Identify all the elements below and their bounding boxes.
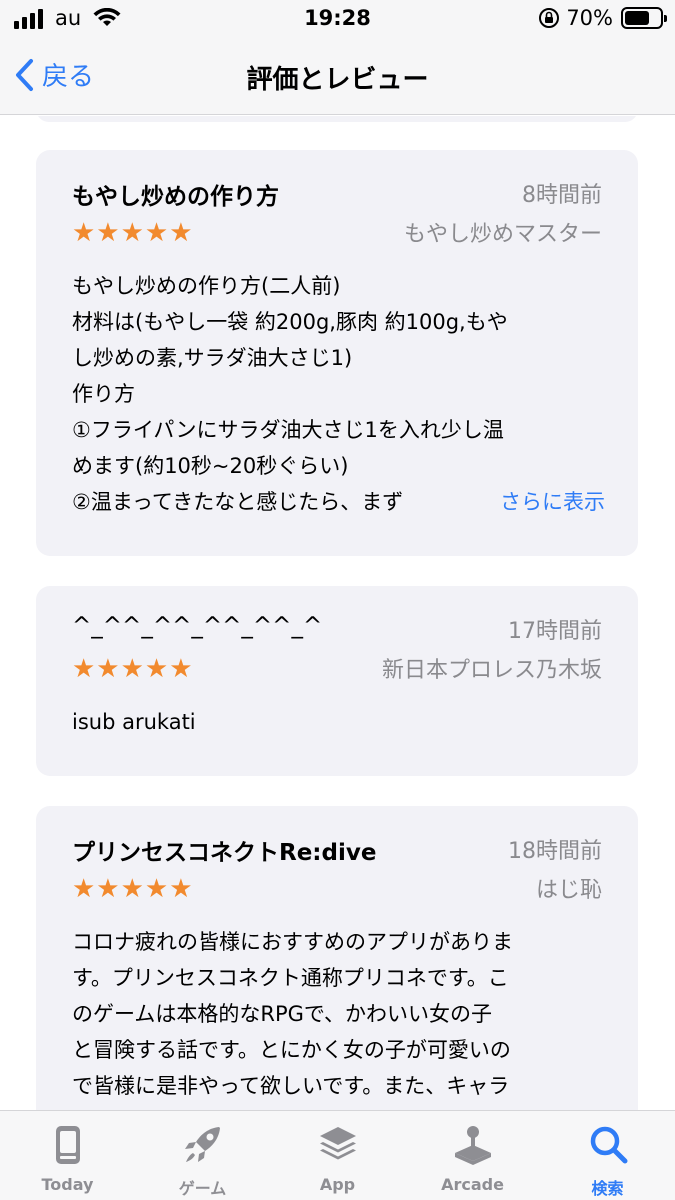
review-body-line: 材料は(もやし一袋 約200g,豚肉 約100g,もや — [72, 310, 508, 334]
app-stack-icon — [319, 1127, 356, 1160]
tab-today[interactable]: Today — [0, 1111, 135, 1200]
review-title: ^_^^_^^_^^_^^_^ — [72, 613, 323, 639]
review-body-line: で皆様に是非やって欲しいです。また、キャラ — [72, 1074, 510, 1098]
joystick-icon — [454, 1126, 491, 1165]
review-body-line: ①フライパンにサラダ油大さじ1を入れ少し温 — [72, 418, 504, 442]
review-title: もやし炒めの作り方 — [72, 184, 279, 210]
battery-level — [625, 11, 649, 25]
review-body-line: し炒めの素,サラダ油大さじ1) — [72, 346, 353, 370]
tab-label: ゲーム — [178, 1179, 227, 1198]
review-body-line: と冒険する話です。とにかく女の子が可愛いの — [72, 1038, 511, 1062]
show-more-link[interactable]: さらに表示 — [466, 484, 605, 520]
review-body-line: コロナ疲れの皆様におすすめのアプリがありま — [72, 930, 513, 954]
status-bar: au 19:28 70% — [0, 0, 675, 40]
review-body: コロナ疲れの皆様におすすめのアプリがありま す。プリンセスコネクト通称プリコネで… — [72, 924, 602, 1104]
tab-arcade[interactable]: Arcade — [405, 1111, 540, 1200]
review-body: もやし炒めの作り方(二人前) 材料は(もやし一袋 約200g,豚肉 約100g,… — [72, 268, 605, 520]
review-body-last-line: ②温まってきたなと感じたら、まず さらに表示 — [72, 484, 605, 520]
tab-games[interactable]: ゲーム — [135, 1111, 270, 1200]
rocket-icon — [184, 1127, 220, 1162]
star-rating: ★★★★★ — [72, 218, 194, 248]
review-date: 18時間前 — [508, 839, 602, 864]
review-body-line: めます(約10秒~20秒ぐらい) — [72, 454, 349, 478]
today-icon — [55, 1126, 80, 1164]
star-rating: ★★★★★ — [72, 654, 194, 684]
status-right: 70% — [538, 6, 667, 30]
review-body-line: もやし炒めの作り方(二人前) — [72, 274, 341, 298]
reviews-list[interactable]: もやし炒めの作り方 8時間前 ★★★★★ もやし炒めマスター もやし炒めの作り方… — [0, 116, 675, 1110]
review-body-line: のゲームは本格的なRPGで、かわいい女の子 — [72, 1002, 493, 1026]
review-date: 17時間前 — [508, 619, 602, 644]
tab-label: 検索 — [591, 1179, 624, 1198]
review-author: 新日本プロレス乃木坂 — [381, 658, 602, 683]
review-body-line: す。プリンセスコネクト通称プリコネです。こ — [72, 966, 509, 990]
review-body-line: ②温まってきたなと感じたら、まず — [72, 490, 404, 514]
tab-label: Arcade — [441, 1175, 504, 1194]
battery-icon — [621, 7, 667, 29]
review-card[interactable]: もやし炒めの作り方 8時間前 ★★★★★ もやし炒めマスター もやし炒めの作り方… — [36, 150, 638, 556]
review-author: はじ恥 — [535, 878, 602, 903]
orientation-lock-icon — [539, 8, 560, 28]
star-rating: ★★★★★ — [72, 874, 194, 904]
battery-percent: 70% — [566, 6, 613, 30]
review-date: 8時間前 — [522, 183, 602, 208]
review-title: プリンセスコネクトRe:dive — [72, 840, 377, 866]
page-title: 評価とレビュー — [246, 65, 429, 95]
review-body-line: isub arukati — [72, 710, 196, 734]
navigation-bar: 戻る 評価とレビュー — [0, 40, 675, 115]
review-body: isub arukati — [72, 704, 602, 740]
review-author: もやし炒めマスター — [403, 222, 602, 247]
review-body-line: 作り方 — [72, 382, 135, 406]
review-card[interactable]: プリンセスコネクトRe:dive 18時間前 ★★★★★ はじ恥 コロナ疲れの皆… — [36, 806, 638, 1110]
tab-search[interactable]: 検索 — [540, 1111, 675, 1200]
tab-apps[interactable]: App — [270, 1111, 405, 1200]
review-card[interactable]: ^_^^_^^_^^_^^_^ 17時間前 ★★★★★ 新日本プロレス乃木坂 i… — [36, 586, 638, 776]
tab-bar: Today ゲーム App Arcade 検索 — [0, 1110, 675, 1200]
search-icon — [590, 1126, 627, 1164]
previous-review-card[interactable] — [36, 116, 638, 122]
tab-label: App — [319, 1175, 356, 1194]
tab-label: Today — [41, 1175, 94, 1194]
